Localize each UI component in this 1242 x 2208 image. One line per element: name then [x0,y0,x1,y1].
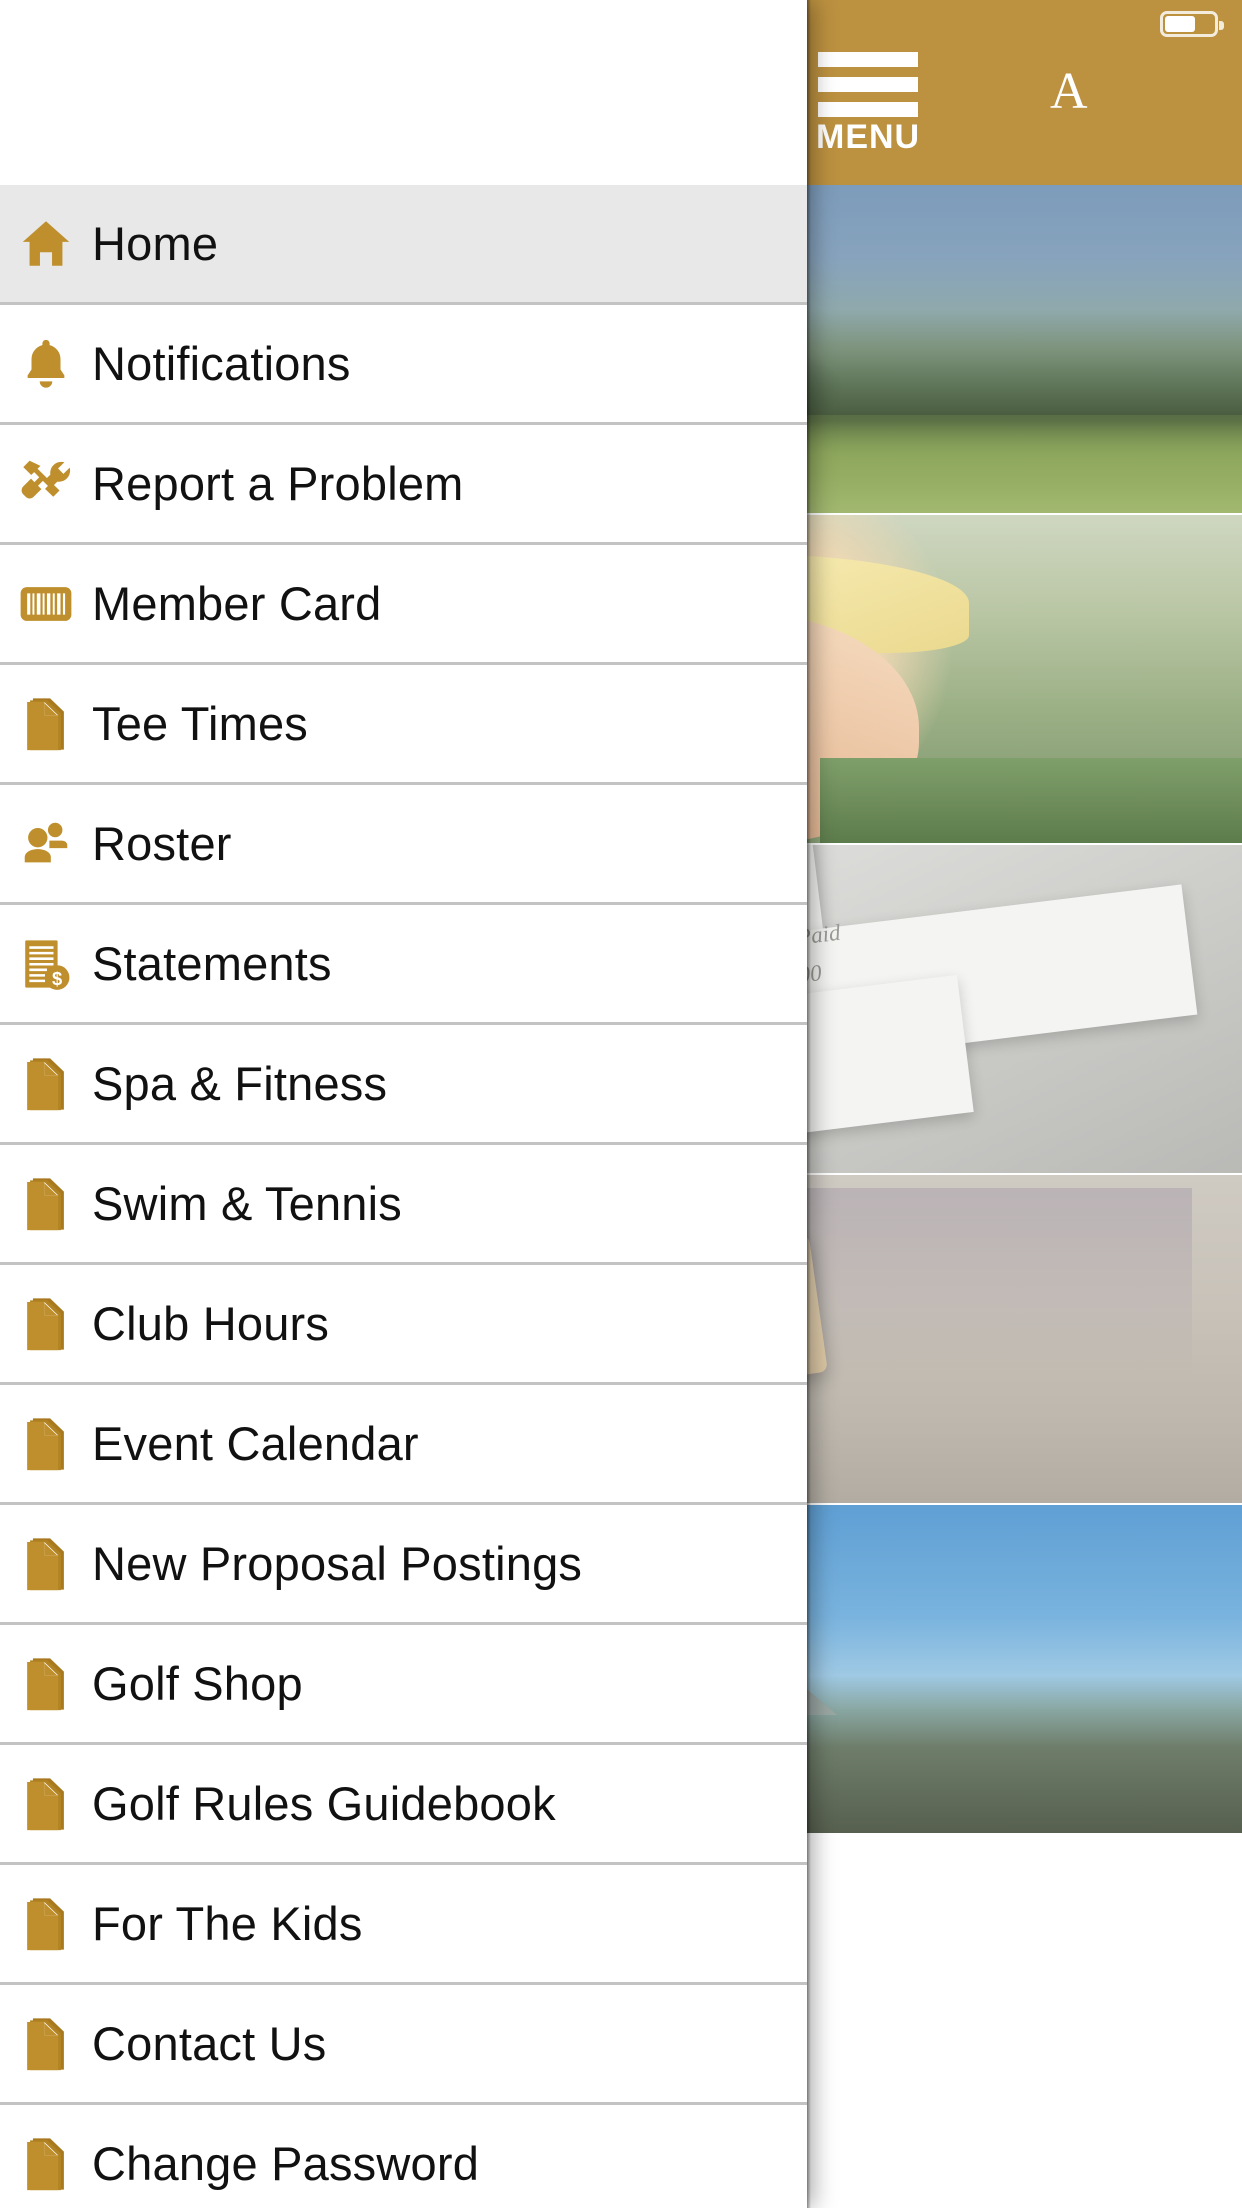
menu-label: MENU [816,118,921,156]
sidebar-item-home[interactable]: Home [0,185,807,305]
document-icon [0,1744,92,1864]
receipt-icon: $ [0,904,92,1024]
sidebar-item-label: New Proposal Postings [92,1537,583,1590]
drawer-menu-list: Home Notifications Report a Problem Member … [0,185,807,2208]
sidebar-item-label: Notifications [92,337,351,390]
drawer-header-spacer [0,0,807,185]
document-icon [0,1984,92,2104]
bell-icon [0,304,92,424]
sidebar-item-label: Event Calendar [92,1417,419,1470]
sidebar-item-label: Member Card [92,577,382,630]
svg-text:$: $ [52,967,62,988]
sidebar-item-label: Swim & Tennis [92,1177,402,1230]
document-icon [0,1264,92,1384]
sidebar-item-golf-shop[interactable]: Golf Shop [0,1625,807,1745]
battery-icon [1160,11,1224,37]
sidebar-item-golf-rules-guidebook[interactable]: Golf Rules Guidebook [0,1745,807,1865]
sidebar-item-swim-tennis[interactable]: Swim & Tennis [0,1145,807,1265]
sidebar-item-change-password[interactable]: Change Password [0,2105,807,2208]
sidebar-item-label: Contact Us [92,2017,327,2070]
sidebar-item-label: For The Kids [92,1897,363,1950]
sidebar-item-label: Tee Times [92,697,308,750]
sidebar-item-label: Report a Problem [92,457,464,510]
document-icon [0,1144,92,1264]
sidebar-item-member-card[interactable]: Member Card [0,545,807,665]
sidebar-item-label: Club Hours [92,1297,330,1350]
document-icon [0,664,92,784]
sidebar-item-club-hours[interactable]: Club Hours [0,1265,807,1385]
document-icon [0,1864,92,1984]
document-icon [0,1624,92,1744]
sidebar-item-notifications[interactable]: Notifications [0,305,807,425]
phone-screen: TEE TIMES ROSTER Charge $0. [0,0,1242,2208]
sidebar-item-label: Change Password [92,2137,480,2190]
home-icon [0,184,92,304]
sidebar-item-report-a-problem[interactable]: Report a Problem [0,425,807,545]
sidebar-item-new-proposal-postings[interactable]: New Proposal Postings [0,1505,807,1625]
document-icon [0,2104,92,2208]
sidebar-item-contact-us[interactable]: Contact Us [0,1985,807,2105]
sidebar-item-label: Spa & Fitness [92,1057,388,1110]
page-title: A [1050,63,1089,120]
people-icon [0,784,92,904]
sidebar-item-label: Roster [92,817,232,870]
barcode-icon [0,544,92,664]
sidebar-item-label: Home [92,217,219,270]
sidebar-item-event-calendar[interactable]: Event Calendar [0,1385,807,1505]
document-icon [0,1384,92,1504]
sidebar-item-statements[interactable]: $ Statements [0,905,807,1025]
sidebar-item-spa-fitness[interactable]: Spa & Fitness [0,1025,807,1145]
sidebar-item-for-the-kids[interactable]: For The Kids [0,1865,807,1985]
sidebar-item-roster[interactable]: Roster [0,785,807,905]
document-icon [0,1504,92,1624]
tools-icon [0,424,92,544]
sidebar-item-label: Golf Rules Guidebook [92,1777,556,1830]
sidebar-item-tee-times[interactable]: Tee Times [0,665,807,785]
drawer-edge-shadow [807,0,811,2208]
navigation-drawer: Home Notifications Report a Problem Member … [0,0,807,2208]
sidebar-item-label: Golf Shop [92,1657,303,1710]
hamburger-menu-icon[interactable]: MENU [816,48,938,160]
sidebar-item-label: Statements [92,937,332,990]
document-icon [0,1024,92,1144]
